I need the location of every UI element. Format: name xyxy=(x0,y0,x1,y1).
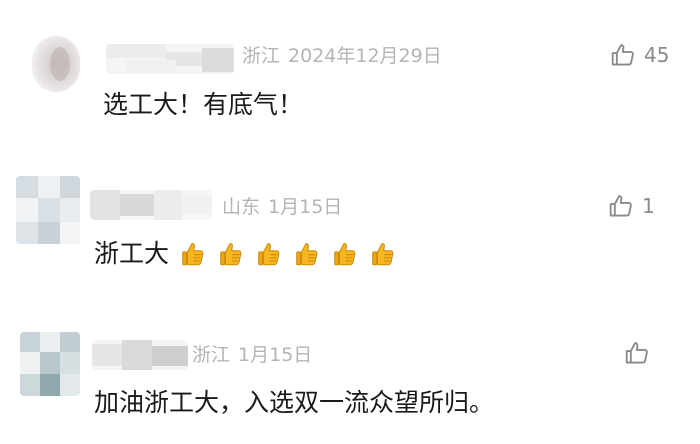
comment-item: 浙江 1月15日 加油浙工大，入选双一流众望所归。 xyxy=(0,0,700,444)
comment-date: 1月15日 xyxy=(238,344,313,366)
comment-text-content: 加油浙工大，入选双一流众望所归。 xyxy=(94,388,495,417)
like-button[interactable] xyxy=(624,340,658,366)
comment-location: 浙江 xyxy=(192,344,231,366)
username-redacted[interactable] xyxy=(92,340,188,370)
avatar[interactable] xyxy=(20,332,80,396)
thumbs-up-outline-icon xyxy=(624,340,650,366)
comment-meta: 浙江 1月15日 xyxy=(192,343,312,367)
comment-text: 加油浙工大，入选双一流众望所归。 xyxy=(94,386,494,420)
